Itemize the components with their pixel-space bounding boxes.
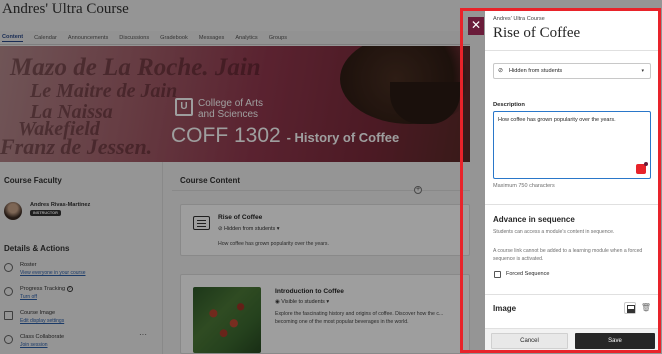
highlight-outline — [460, 8, 661, 353]
